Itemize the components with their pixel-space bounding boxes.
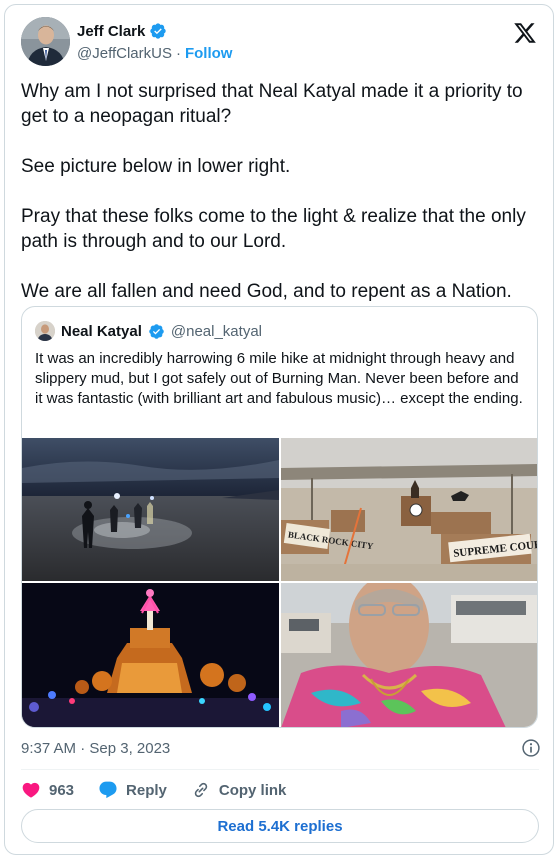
quoted-tweet[interactable]: Neal Katyal @neal_katyal It was an incre… [21, 306, 538, 728]
quoted-author-handle[interactable]: @neal_katyal [171, 323, 262, 340]
tweet-card: Jeff Clark @JeffClarkUS · Follow Why am … [4, 4, 554, 855]
tweet-paragraph: See picture below in lower right. [21, 156, 291, 177]
verified-badge-icon [150, 23, 167, 39]
heart-icon [22, 782, 40, 798]
tweet-paragraph: Why am I not surprised that Neal Katyal … [21, 81, 523, 127]
author-handle[interactable]: @JeffClarkUS [77, 45, 172, 62]
read-replies-label: Read 5.4K replies [217, 817, 343, 835]
photo-night-mud[interactable] [22, 438, 279, 581]
tweet-text: Why am I not surprised that Neal Katyal … [21, 79, 541, 304]
verified-badge-icon [149, 323, 164, 339]
copy-link-label: Copy link [218, 781, 287, 799]
x-logo-icon[interactable] [513, 21, 537, 45]
timestamp-row: 9:37 AM · Sep 3, 2023 [21, 738, 541, 758]
tweet-paragraph: We are all fallen and need God, and to r… [21, 281, 512, 302]
follow-link[interactable]: Follow [185, 45, 233, 62]
timestamp[interactable]: 9:37 AM · Sep 3, 2023 [21, 740, 170, 757]
like-count: 963 [49, 781, 75, 799]
quoted-author-name[interactable]: Neal Katyal [61, 323, 142, 340]
author-handle-row: @JeffClarkUS · Follow [77, 45, 232, 62]
photo-burning-man-effigy[interactable] [22, 583, 279, 727]
handle-separator: · [175, 45, 181, 62]
reply-label: Reply [126, 781, 167, 799]
quoted-tweet-header: Neal Katyal @neal_katyal [35, 321, 262, 341]
like-button[interactable]: 963 [21, 780, 74, 800]
read-replies-button[interactable]: Read 5.4K replies [21, 809, 539, 843]
author-avatar[interactable] [21, 17, 70, 66]
divider [21, 769, 539, 770]
photo-grid: BLACK ROCK CITY SUPREME COURT [22, 438, 537, 727]
action-bar: 963 Reply Copy link [21, 779, 310, 801]
quoted-author-avatar[interactable] [35, 321, 55, 341]
photo-selfie[interactable] [281, 583, 537, 727]
author-name[interactable]: Jeff Clark [77, 22, 167, 40]
copy-link-button[interactable]: Copy link [191, 780, 287, 800]
link-icon [194, 782, 208, 798]
tweet-paragraph: Pray that these folks come to the light … [21, 206, 526, 252]
author-name-text[interactable]: Jeff Clark [77, 23, 145, 40]
reply-bubble-icon [99, 781, 117, 799]
quoted-tweet-text: It was an incredibly harrowing 6 mile hi… [35, 350, 523, 407]
reply-button[interactable]: Reply [98, 780, 167, 800]
photo-supreme-court-stage[interactable]: BLACK ROCK CITY SUPREME COURT [281, 438, 537, 581]
info-icon[interactable] [521, 738, 541, 758]
